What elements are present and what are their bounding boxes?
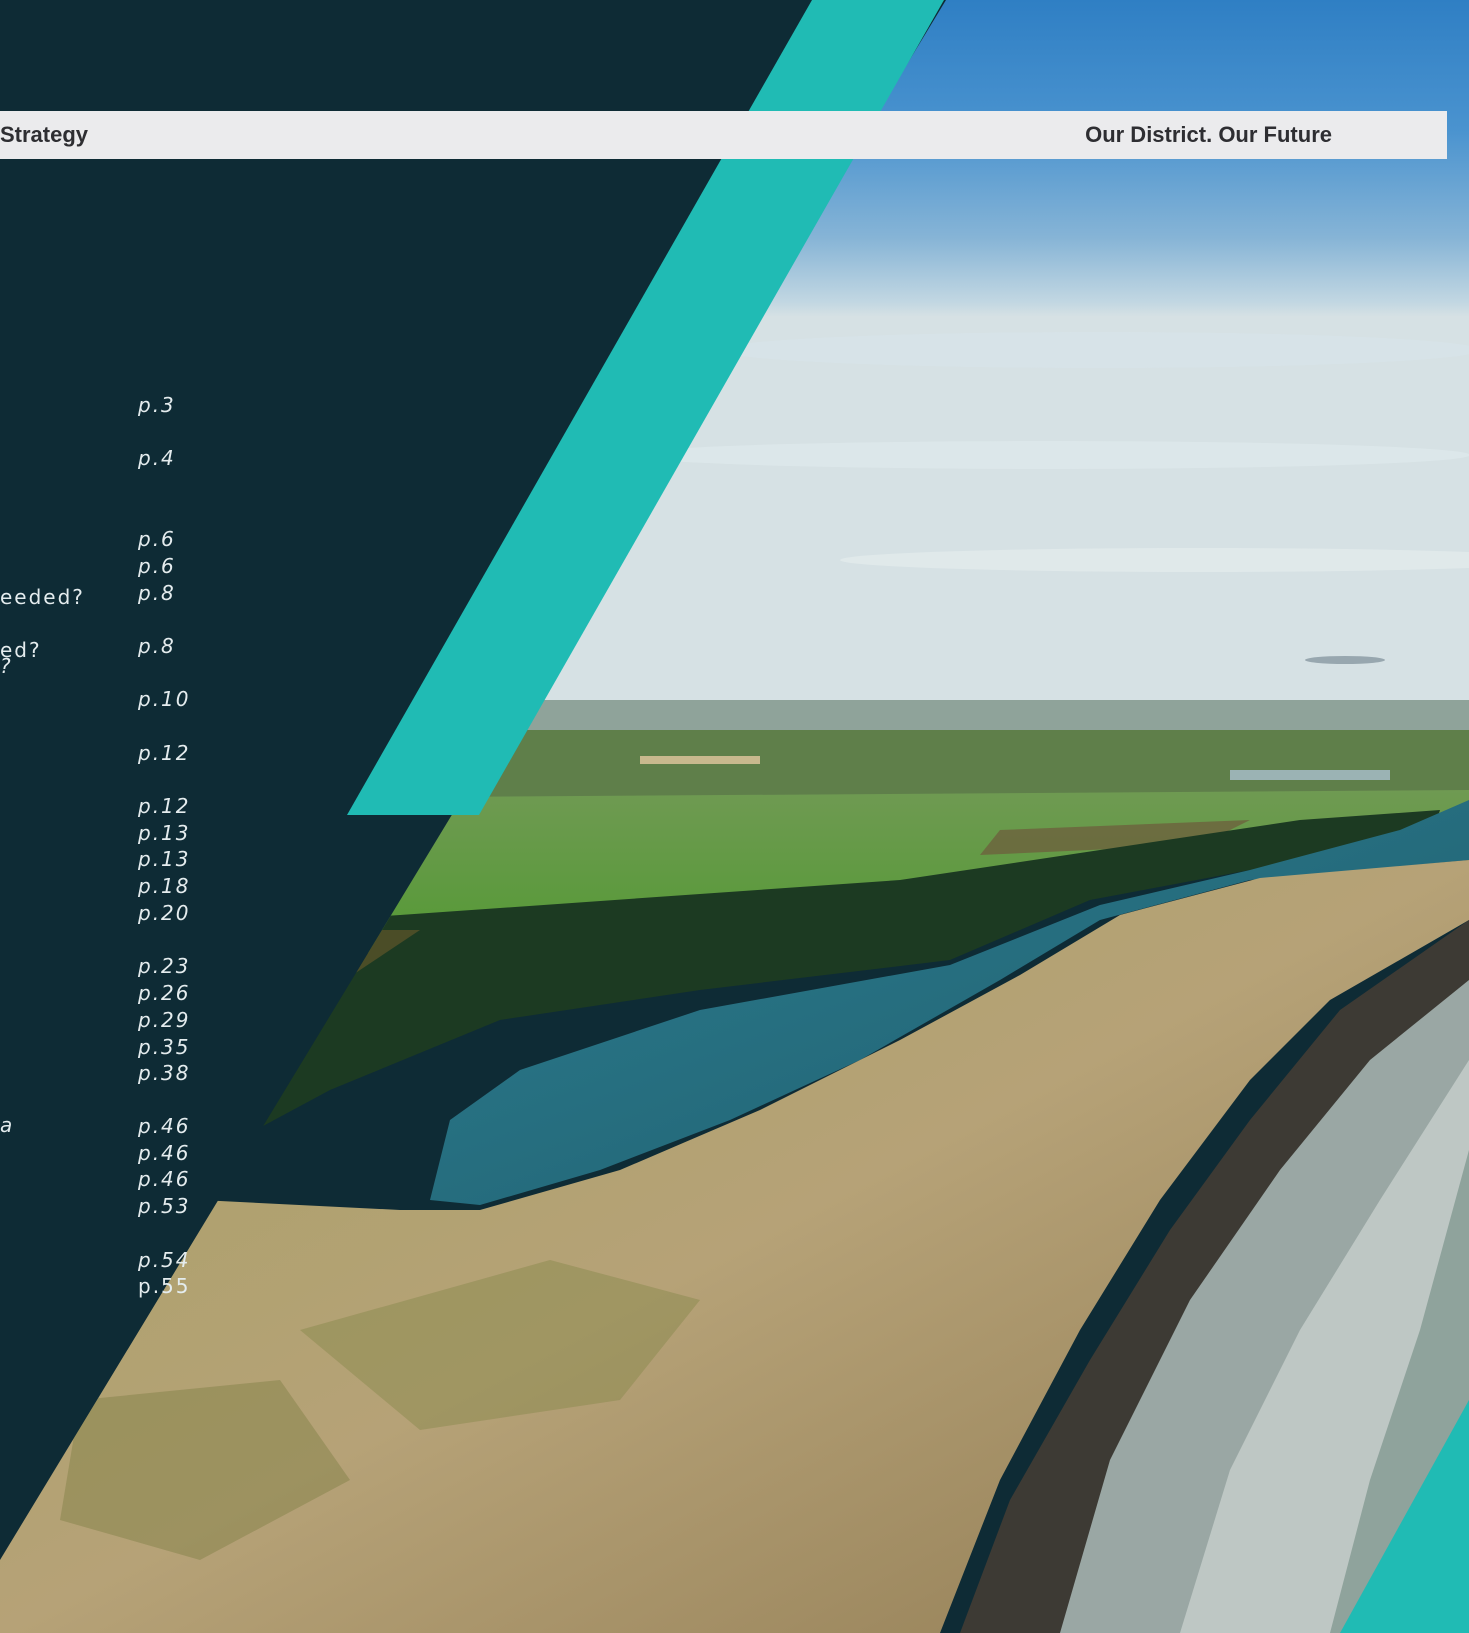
toc-page-number[interactable]: p.54 bbox=[138, 1247, 191, 1273]
toc-page-number[interactable]: p.46 bbox=[138, 1140, 191, 1166]
toc-page-number[interactable]: p.12 bbox=[138, 740, 191, 766]
toc-page-number[interactable]: p.13 bbox=[138, 820, 191, 846]
toc-page-number[interactable]: p.12 bbox=[138, 793, 191, 819]
document-tagline: Our District. Our Future bbox=[1085, 122, 1332, 147]
toc-page-number[interactable]: p.46 bbox=[138, 1166, 191, 1192]
toc-page-number[interactable]: p.55 bbox=[138, 1273, 191, 1299]
toc-page-number[interactable]: p.8 bbox=[138, 633, 176, 659]
toc-page-number[interactable]: p.10 bbox=[138, 686, 191, 712]
toc-page-number[interactable]: p.13 bbox=[138, 846, 191, 872]
toc-fragment: eeded? bbox=[0, 585, 85, 609]
document-title: Strategy bbox=[0, 122, 89, 147]
toc-page-number[interactable]: p.3 bbox=[138, 392, 176, 418]
toc-page-number[interactable]: p.23 bbox=[138, 953, 191, 979]
toc-page-number[interactable]: p.20 bbox=[138, 900, 191, 926]
toc-fragment: a bbox=[0, 1113, 15, 1137]
page-header-bar: Strategy Our District. Our Future bbox=[0, 111, 1447, 159]
toc-fragment: ? bbox=[0, 654, 13, 678]
cover-artwork bbox=[0, 0, 1469, 1633]
toc-page-number[interactable]: p.38 bbox=[138, 1060, 191, 1086]
toc-page-number[interactable]: p.46 bbox=[138, 1113, 191, 1139]
toc-page-number[interactable]: p.8 bbox=[138, 580, 176, 606]
toc-page-number[interactable]: p.6 bbox=[138, 553, 176, 579]
toc-page-number[interactable]: p.35 bbox=[138, 1034, 191, 1060]
toc-page-number[interactable]: p.4 bbox=[138, 445, 176, 471]
toc-page-number[interactable]: p.6 bbox=[138, 526, 176, 552]
toc-page-number[interactable]: p.53 bbox=[138, 1193, 191, 1219]
toc-page-number[interactable]: p.26 bbox=[138, 980, 191, 1006]
toc-page-number[interactable]: p.29 bbox=[138, 1007, 191, 1033]
toc-page-number[interactable]: p.18 bbox=[138, 873, 191, 899]
